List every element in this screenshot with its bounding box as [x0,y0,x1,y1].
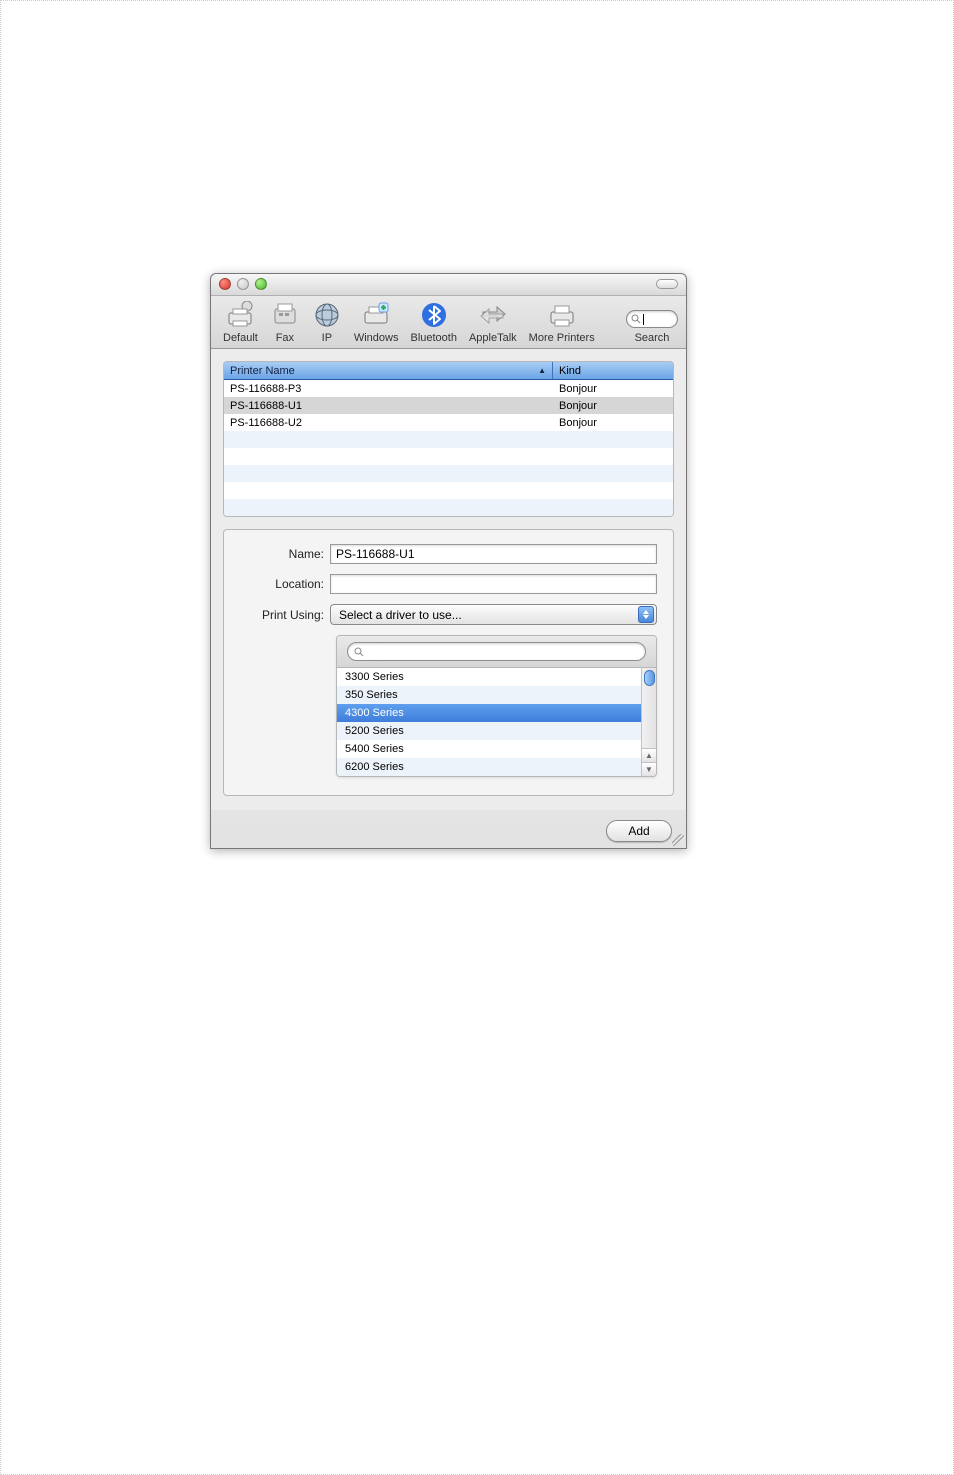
list-item[interactable]: 4300 Series [337,704,641,722]
name-field[interactable] [330,544,657,564]
table-row[interactable]: PS-116688-U2 Bonjour [224,414,673,431]
list-item[interactable]: 3300 Series [337,668,641,686]
printer-form: Name: Location: Print Using: Select a dr… [223,529,674,796]
tab-fax[interactable]: Fax [264,300,306,344]
cell-name: PS-116688-P3 [224,383,553,395]
search-input[interactable] [626,310,678,328]
cell-kind: Bonjour [553,383,673,395]
fax-icon [270,300,300,330]
tab-ip[interactable]: IP [306,300,348,344]
location-field[interactable] [330,574,657,594]
add-printer-window: Default Fax IP [210,273,687,849]
tab-label: Bluetooth [410,332,456,344]
search-icon [354,647,364,657]
cell-kind: Bonjour [553,417,673,429]
scroll-thumb[interactable] [644,670,655,686]
resize-handle-icon[interactable] [672,834,684,846]
toolbar-toggle-icon[interactable] [656,279,678,289]
column-kind[interactable]: Kind [553,362,673,379]
list-item[interactable]: 6200 Series [337,758,641,776]
tab-label: Default [223,332,258,344]
driver-picker: 3300 Series 350 Series 4300 Series 5200 … [336,635,657,777]
globe-icon [312,300,342,330]
list-item[interactable]: 5400 Series [337,740,641,758]
tab-windows[interactable]: Windows [348,300,405,344]
printer-list: Printer Name ▲ Kind PS-116688-P3 Bonjour… [223,361,674,517]
titlebar[interactable] [211,274,686,296]
list-header: Printer Name ▲ Kind [224,362,673,380]
toolbar-search: Search [620,310,680,344]
print-using-label: Print Using: [240,608,330,622]
table-row-empty [224,465,673,482]
cell-kind: Bonjour [553,400,673,412]
toolbar: Default Fax IP [211,296,686,349]
scroll-down-icon[interactable]: ▼ [642,762,656,776]
tab-appletalk[interactable]: AppleTalk [463,300,523,344]
tab-label: Windows [354,332,399,344]
printer-plus-icon [361,300,391,330]
table-row[interactable]: PS-116688-P3 Bonjour [224,380,673,397]
scroll-up-icon[interactable]: ▲ [642,748,656,762]
add-button[interactable]: Add [606,820,672,842]
tab-default[interactable]: Default [217,300,264,344]
tab-more-printers[interactable]: More Printers [523,300,601,344]
sort-ascending-icon: ▲ [538,366,546,375]
bluetooth-icon [419,300,449,330]
arrows-exchange-icon [478,300,508,330]
chevron-up-down-icon [638,606,654,623]
close-icon[interactable] [219,278,231,290]
minimize-icon[interactable] [237,278,249,290]
list-body: PS-116688-P3 Bonjour PS-116688-U1 Bonjou… [224,380,673,516]
table-row-empty [224,448,673,465]
select-value: Select a driver to use... [339,608,462,622]
printer-default-icon [225,300,255,330]
text-caret [643,314,644,325]
table-row[interactable]: PS-116688-U1 Bonjour [224,397,673,414]
table-row-empty [224,431,673,448]
tab-label: IP [322,332,332,344]
tab-label: Fax [276,332,294,344]
dialog-footer: Add [211,810,686,848]
name-label: Name: [240,547,330,561]
column-label: Printer Name [230,365,295,377]
list-item[interactable]: 5200 Series [337,722,641,740]
driver-search-input[interactable] [347,642,646,661]
list-item[interactable]: 350 Series [337,686,641,704]
column-label: Kind [559,365,581,377]
printer-icon [547,300,577,330]
driver-list-rows: 3300 Series 350 Series 4300 Series 5200 … [337,668,641,776]
location-label: Location: [240,577,330,591]
traffic-lights [219,278,267,290]
cell-name: PS-116688-U1 [224,400,553,412]
print-using-select[interactable]: Select a driver to use... [330,604,657,625]
search-label: Search [635,332,670,344]
table-row-empty [224,499,673,516]
column-printer-name[interactable]: Printer Name ▲ [224,362,553,379]
scrollbar[interactable]: ▲ ▼ [641,668,656,776]
zoom-icon[interactable] [255,278,267,290]
table-row-empty [224,482,673,499]
cell-name: PS-116688-U2 [224,417,553,429]
tab-label: AppleTalk [469,332,517,344]
search-icon [631,314,641,324]
tab-bluetooth[interactable]: Bluetooth [404,300,462,344]
tab-label: More Printers [529,332,595,344]
